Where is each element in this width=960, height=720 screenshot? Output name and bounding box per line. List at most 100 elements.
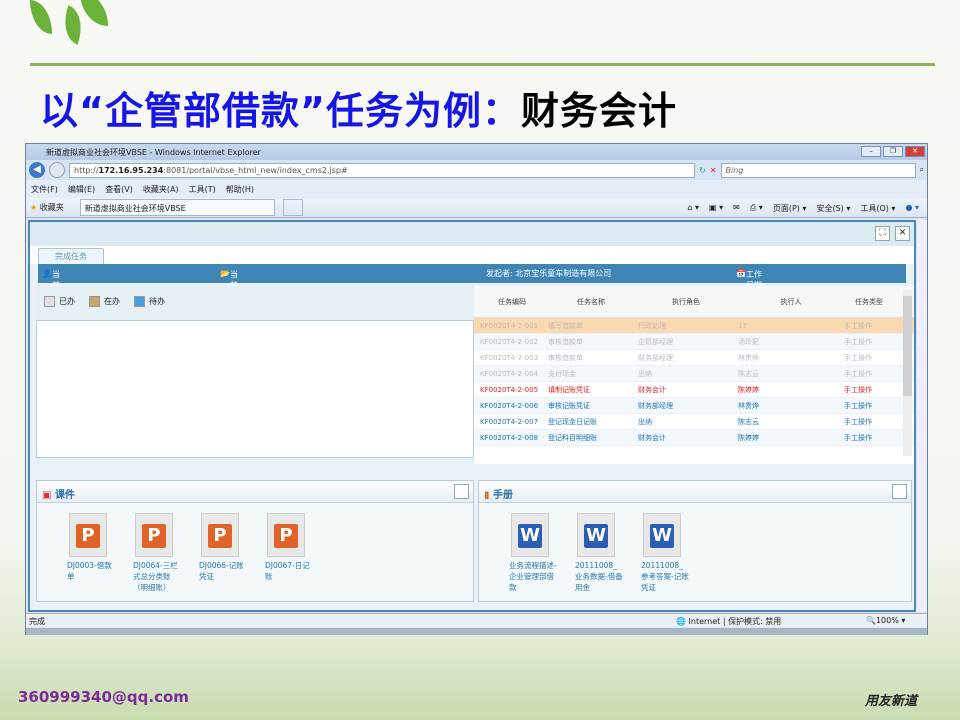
menu-file[interactable]: 文件(F) [31,184,58,194]
close-panel-icon[interactable]: ✕ [895,226,910,241]
table-row[interactable]: KF0020T4-2-005 填制记账凭证 财务会计 陈婷婷 手工操作 [474,382,914,398]
cell-type: 手工操作 [844,401,872,410]
cell-person: 陈婷婷 [738,385,759,394]
table-row[interactable]: KF0020T4-2-006 审核记账凭证 财务部经理 林贵烨 手工操作 [474,398,914,414]
cell-name: 支付现金 [548,369,576,378]
powerpoint-file-icon: P [135,513,173,557]
file-item[interactable]: W 业务流程描述-企业管理部借款 [509,513,557,593]
file-item[interactable]: P DJ0003-借款单 [67,513,115,593]
menu-bar: 文件(F) 编辑(E) 查看(V) 收藏夹(A) 工具(T) 帮助(H) [26,180,927,198]
cell-code: KF0020T4-2-007 [480,417,539,426]
flow-pane: 已办 在办 待办 [36,286,474,464]
col-type[interactable]: 任务类型 [844,297,894,307]
cell-code: KF0020T4-2-008 [480,433,539,442]
leaf-decoration [30,0,52,34]
cell-name: 登记科目明细账 [548,433,597,442]
page-scrollbar[interactable] [917,220,927,612]
cell-role: 财务部经理 [638,353,673,362]
restore-button[interactable]: ❐ [883,146,903,157]
menu-favorites[interactable]: 收藏夹(A) [143,184,179,194]
file-item[interactable]: P DJ0067-日记账 [265,513,313,593]
legend-todo: 待办 [134,296,165,307]
cell-role: 行政助理 [638,321,666,330]
file-item[interactable]: P DJ0066-记账凭证 [199,513,247,593]
file-item[interactable]: W 20111008_参考答案-记账凭证 [641,513,689,593]
menu-view[interactable]: 查看(V) [105,184,133,194]
tools-menu[interactable]: 工具(O) ▾ [860,203,895,214]
book-icon: ▮ [484,490,490,501]
col-code[interactable]: 任务编码 [474,297,544,307]
cell-type: 手工操作 [844,385,872,394]
col-person[interactable]: 执行人 [734,297,844,307]
cell-role: 出纳 [638,369,652,378]
cell-type: 手工操作 [844,417,872,426]
stop-icon[interactable]: ✕ [710,166,717,175]
file-name: 业务流程描述-企业管理部借款 [509,561,557,592]
leaf-decoration [80,0,108,26]
zoom-level[interactable]: 🔍100% ▾ [866,616,905,625]
table-scrollbar[interactable] [903,290,912,456]
taskbar [26,628,927,635]
refresh-icon[interactable]: ↻ [699,166,706,175]
expand-icon[interactable] [892,484,907,499]
file-item[interactable]: W 20111008_业务数据-借备用金 [575,513,623,593]
cell-type: 手工操作 [844,321,872,330]
manual-panel: ▮ 手册 W 业务流程描述-企业管理部借款 W 20111008_业务数据-借备用金 W… [478,480,912,602]
table-row[interactable]: KF0020T4-2-002 审核借款单 企管部经理 汤玲妃 手工操作 [474,334,914,350]
table-row[interactable]: KF0020T4-2-004 支付现金 出纳 陈志云 手工操作 [474,366,914,382]
url-input[interactable]: http://172.16.95.234:8081/portal/vbse_ht… [69,162,696,178]
table-row[interactable]: KF0020T4-2-008 登记科目明细账 财务会计 陈婷婷 手工操作 [474,430,914,446]
star-icon: ★ [30,203,38,212]
cell-person: 陈志云 [738,417,759,426]
cell-role: 财务部经理 [638,401,673,410]
cell-name: 审核借款单 [548,337,583,346]
word-file-icon: W [511,513,549,557]
menu-help[interactable]: 帮助(H) [226,184,254,194]
maximize-panel-icon[interactable]: ⛶ [875,226,890,241]
new-tab-button[interactable] [282,199,303,216]
mail-icon[interactable]: ✉ [733,203,740,214]
search-icon[interactable]: ⌕ [920,165,924,175]
title-black-part: 财务会计 [520,89,677,133]
file-item[interactable]: P DJ0064-三栏式总分类账（明细账） [133,513,181,593]
col-role[interactable]: 执行角色 [634,297,734,307]
cell-name: 审核借款单 [548,353,583,362]
word-file-icon: W [643,513,681,557]
page-menu[interactable]: 页面(P) ▾ [773,203,807,214]
slide-title: 以“企管部借款”任务为例：财务会计 [40,80,677,135]
menu-edit[interactable]: 编辑(E) [68,184,95,194]
col-name[interactable]: 任务名称 [544,297,634,307]
task-table: 任务编码 任务名称 执行角色 执行人 任务类型 KF0020T4-2-001 填写借款单 行… [474,286,914,464]
title-divider [30,63,935,66]
browser-tab[interactable]: 新道虚拟商业社会环境VBSE [79,199,275,216]
minimize-button[interactable]: – [861,146,881,157]
favorites-button[interactable]: ★ 收藏夹 [30,202,64,213]
table-row[interactable]: KF0020T4-2-007 登记现金日记账 出纳 陈志云 手工操作 [474,414,914,430]
menu-tools[interactable]: 工具(T) [189,184,216,194]
feeds-icon[interactable]: ▣ ▾ [709,203,723,214]
page-content: ⛶✕ 完成任务 👤当前登录用户: 陈婷婷 📂当前操作流程: 企管部借款 发起者:… [28,220,916,612]
cell-person: 17 [738,321,747,330]
file-name: DJ0067-日记账 [265,561,310,581]
flow-diagram-area [36,320,474,458]
forward-button[interactable] [49,162,65,178]
search-input[interactable]: Bing [720,162,916,178]
cell-code: KF0020T4-2-002 [480,337,539,346]
file-name: DJ0066-记账凭证 [199,561,244,581]
complete-task-button[interactable]: 完成任务 [38,248,104,265]
cell-person: 陈志云 [738,369,759,378]
print-icon[interactable]: ⎙ ▾ [750,203,763,214]
cell-code: KF0020T4-2-005 [480,385,539,394]
table-row[interactable]: KF0020T4-2-003 审核借款单 财务部经理 林贵烨 手工操作 [474,350,914,366]
close-button[interactable]: ✕ [905,146,925,157]
help-icon[interactable]: ● ▾ [905,203,919,214]
back-button[interactable]: ◀ [29,162,45,178]
safety-menu[interactable]: 安全(S) ▾ [816,203,850,214]
expand-icon[interactable] [454,484,469,499]
table-row[interactable]: KF0020T4-2-001 填写借款单 行政助理 17 手工操作 [474,318,914,334]
cell-type: 手工操作 [844,337,872,346]
home-icon[interactable]: ⌂ ▾ [687,203,699,214]
app-header: ⛶ ✕ [30,222,914,246]
cell-name: 填制记账凭证 [548,385,590,394]
cell-person: 陈婷婷 [738,433,759,442]
